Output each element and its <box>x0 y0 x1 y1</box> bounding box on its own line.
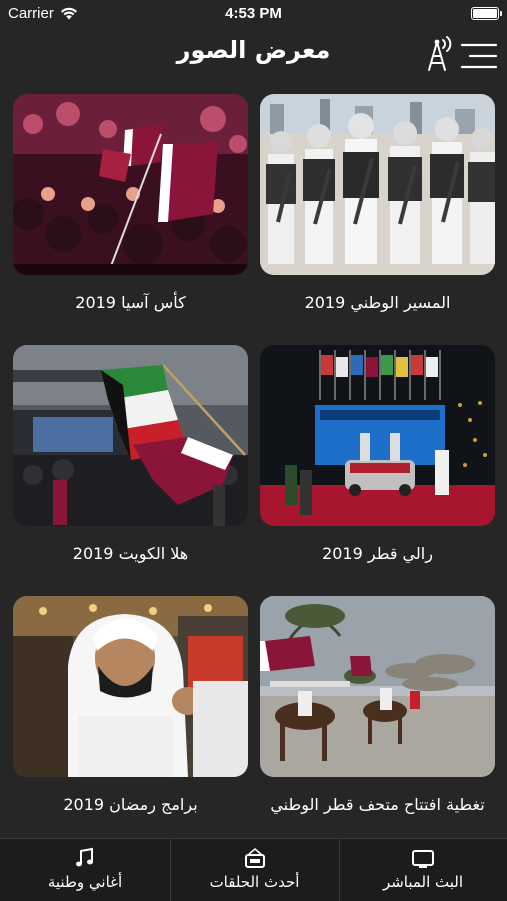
gallery-item-museum-opening[interactable]: تغطية افتتاح متحف قطر الوطني <box>260 596 495 814</box>
gallery-caption: تغطية افتتاح متحف قطر الوطني <box>270 795 485 814</box>
menu-icon[interactable] <box>460 42 498 70</box>
clock: 4:53 PM <box>225 5 282 22</box>
gallery-caption: هلا الكويت 2019 <box>72 544 189 563</box>
music-note-icon <box>76 847 93 867</box>
tab-live-broadcast[interactable]: البث المباشر <box>339 839 507 901</box>
episodes-icon <box>244 847 265 868</box>
gallery-thumbnail[interactable] <box>260 596 495 777</box>
gallery-item-ramadan-programs[interactable]: برامج رمضان 2019 <box>13 596 248 814</box>
gallery-item-asian-cup[interactable]: كأس آسيا 2019 <box>13 94 248 312</box>
gallery-thumbnail[interactable] <box>260 94 495 275</box>
gallery-thumbnail[interactable] <box>260 345 495 526</box>
gallery-thumbnail[interactable] <box>13 345 248 526</box>
gallery-caption: رالي قطر 2019 <box>322 544 433 563</box>
status-bar: Carrier 4:53 PM <box>0 0 507 28</box>
tv-icon <box>412 850 434 868</box>
battery-icon <box>471 7 502 20</box>
tab-label: أحدث الحلقات <box>209 873 300 891</box>
tab-latest-episodes[interactable]: أحدث الحلقات <box>170 839 339 901</box>
broadcast-tower-icon[interactable] <box>423 32 457 72</box>
gallery-caption: كأس آسيا 2019 <box>75 293 186 312</box>
tab-label: البث المباشر <box>382 873 464 891</box>
gallery-item-hala-kuwait[interactable]: هلا الكويت 2019 <box>13 345 248 563</box>
tab-divider <box>170 839 171 901</box>
tab-national-songs[interactable]: أغاني وطنية <box>0 839 170 901</box>
gallery-thumbnail[interactable] <box>13 94 248 275</box>
tab-bar: البث المباشر أحدث الحلقات أغاني وطنية <box>0 838 507 901</box>
gallery-thumbnail[interactable] <box>13 596 248 777</box>
tab-divider <box>339 839 340 901</box>
gallery-caption: المسير الوطني 2019 <box>304 293 451 312</box>
gallery-item-qatar-rally[interactable]: رالي قطر 2019 <box>260 345 495 563</box>
gallery-item-national-march[interactable]: المسير الوطني 2019 <box>260 94 495 312</box>
tab-label: أغاني وطنية <box>47 873 123 891</box>
navigation-bar: معرض الصور <box>0 28 507 80</box>
gallery-caption: برامج رمضان 2019 <box>63 795 198 814</box>
